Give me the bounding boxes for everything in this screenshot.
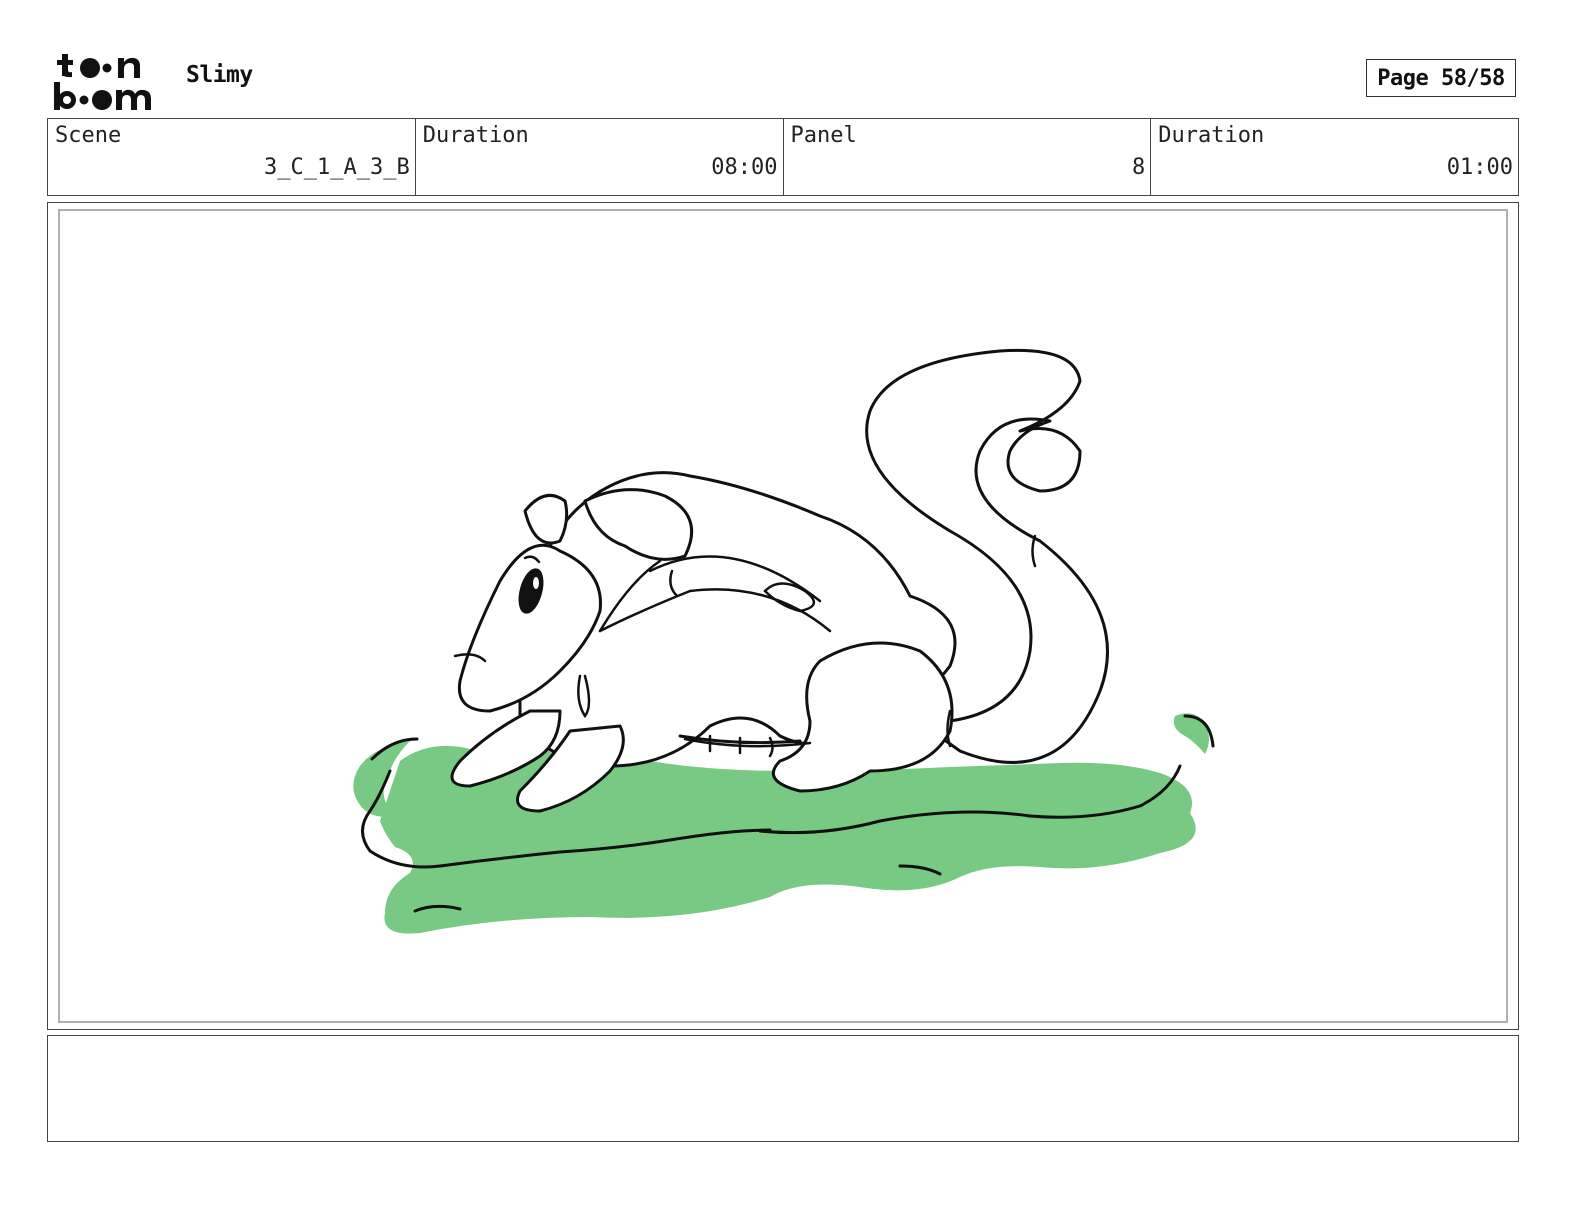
panel-label: Panel [790, 123, 857, 148]
scene-label: Scene [55, 123, 122, 148]
panel-notes-box [47, 1035, 1519, 1142]
panel-duration-cell: Duration 01:00 [1151, 119, 1518, 195]
panel-value: 8 [1132, 155, 1146, 180]
scene-duration-label: Duration [422, 123, 529, 148]
panel-artwork [58, 209, 1508, 1023]
scene-value: 3_C_1_A_3_B [264, 155, 410, 180]
panel-duration-value: 01:00 [1446, 155, 1513, 180]
toon-boom-logo [52, 50, 164, 112]
page-indicator: Page 58/58 [1366, 59, 1516, 97]
scene-duration-value: 08:00 [711, 155, 778, 180]
slime-creature-drawing [353, 348, 1215, 934]
panel-cell: Panel 8 [784, 119, 1152, 195]
project-title: Slimy [186, 62, 253, 88]
scene-info-table: Scene 3_C_1_A_3_B Duration 08:00 Panel 8… [47, 118, 1519, 196]
panel-duration-label: Duration [1158, 123, 1265, 148]
scene-cell: Scene 3_C_1_A_3_B [48, 119, 416, 195]
panel-frame [47, 202, 1519, 1030]
scene-duration-cell: Duration 08:00 [416, 119, 784, 195]
